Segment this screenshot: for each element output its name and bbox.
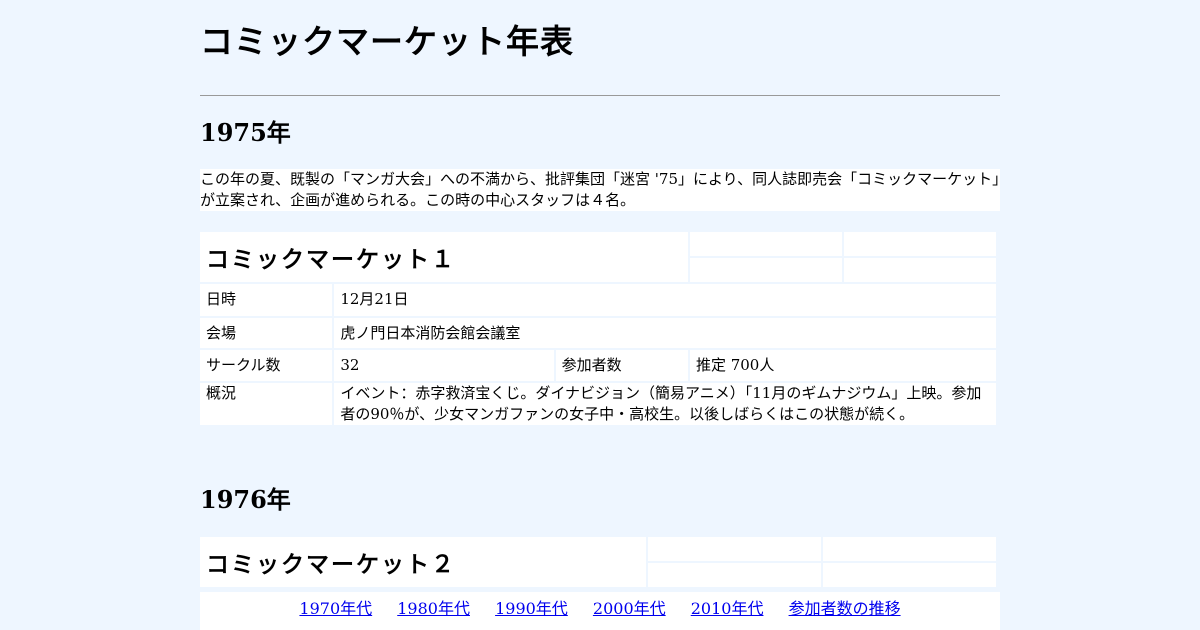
event-table-1: コミックマーケット１ 日時 12月21日 会場 虎ノ門日本消防会館会議室 サーク… xyxy=(198,230,998,427)
date-value: 12月21日 xyxy=(334,284,996,316)
empty-cell xyxy=(843,232,996,256)
venue-label: 会場 xyxy=(200,318,333,348)
empty-cell xyxy=(823,537,996,561)
circles-value: 32 xyxy=(334,350,554,381)
year-heading-1975: 1975年 xyxy=(200,118,291,147)
empty-cell xyxy=(689,232,842,256)
empty-cell xyxy=(843,258,996,282)
summary-value: イベント：赤字救済宝くじ。ダイナビジョン（簡易アニメ）「11月のギムナジウム」上… xyxy=(334,383,996,425)
empty-cell xyxy=(823,563,996,587)
empty-cell xyxy=(648,537,821,561)
attendees-label: 参加者数 xyxy=(555,350,688,381)
nav-link-2010s[interactable]: 2010年代 xyxy=(691,599,764,618)
venue-value: 虎ノ門日本消防会館会議室 xyxy=(334,318,996,348)
year-intro-1975: この年の夏、既製の「マンガ大会」への不満から、批評集団「迷宮 '75」により、同… xyxy=(200,169,1000,211)
nav-link-1970s[interactable]: 1970年代 xyxy=(299,599,372,618)
nav-link-1980s[interactable]: 1980年代 xyxy=(397,599,470,618)
date-label: 日時 xyxy=(200,284,333,316)
nav-link-2000s[interactable]: 2000年代 xyxy=(593,599,666,618)
year-heading-1976: 1976年 xyxy=(200,485,291,514)
event-table-2: コミックマーケット２ xyxy=(198,535,998,589)
bottom-nav: 1970年代 1980年代 1990年代 2000年代 2010年代 参加者数の… xyxy=(200,592,1000,630)
empty-cell xyxy=(648,563,821,587)
event-title: コミックマーケット２ xyxy=(200,537,646,587)
event-title: コミックマーケット１ xyxy=(200,232,688,282)
circles-label: サークル数 xyxy=(200,350,333,381)
summary-label: 概況 xyxy=(200,383,333,425)
page-title: コミックマーケット年表 xyxy=(200,22,574,61)
title-divider xyxy=(200,95,1000,96)
nav-link-1990s[interactable]: 1990年代 xyxy=(495,599,568,618)
nav-link-attendance-trend[interactable]: 参加者数の推移 xyxy=(789,599,901,618)
attendees-value: 推定 700人 xyxy=(689,350,996,381)
empty-cell xyxy=(689,258,842,282)
